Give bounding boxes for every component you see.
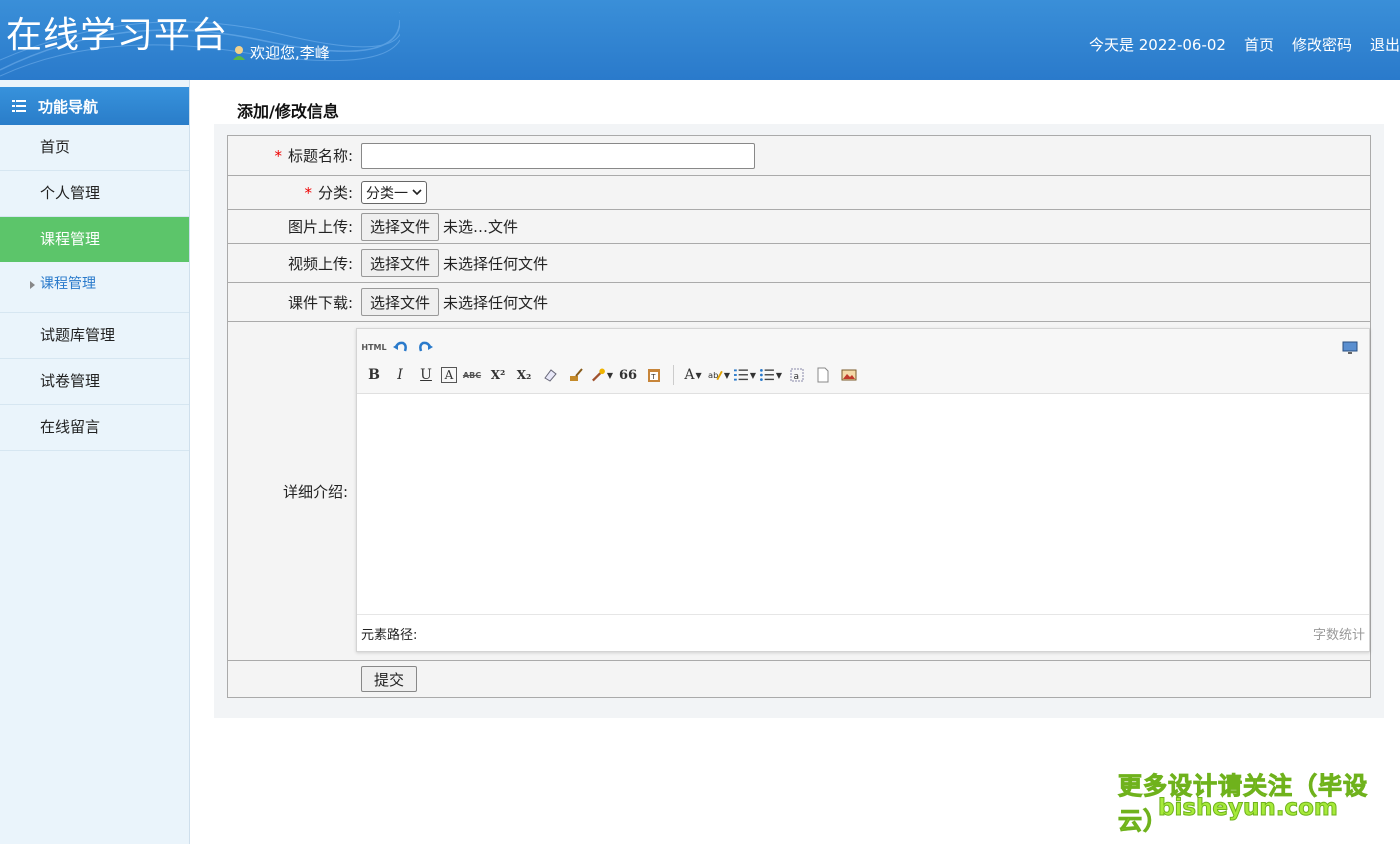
- paste-plain-icon[interactable]: T: [643, 364, 665, 386]
- logout-link[interactable]: 退出: [1370, 34, 1400, 55]
- video-file-status: 未选择任何文件: [443, 254, 549, 273]
- anchor-icon[interactable]: a: [786, 364, 808, 386]
- sidebar: 功能导航 首页 个人管理 课程管理 课程管理 试题库管理 试卷管理 在线留言: [0, 80, 190, 844]
- courseware-file-status: 未选择任何文件: [443, 293, 549, 312]
- home-link[interactable]: 首页: [1244, 34, 1274, 55]
- format-brush-icon[interactable]: [565, 364, 587, 386]
- image-upload-label: 图片上传:: [287, 218, 353, 236]
- insert-image-icon[interactable]: [838, 364, 860, 386]
- courseware-label: 课件下载:: [287, 293, 353, 312]
- sidebar-subitem-label: 课程管理: [40, 276, 96, 292]
- sidebar-item-home[interactable]: 首页: [0, 125, 189, 171]
- courseware-choose-file-button[interactable]: 选择文件: [361, 288, 440, 316]
- highlight-color-icon[interactable]: ab ▼: [708, 364, 730, 386]
- underline-icon[interactable]: U: [415, 364, 437, 386]
- title-label: * 标题名称:: [274, 146, 353, 166]
- ordered-list-icon[interactable]: ▼: [734, 364, 756, 386]
- category-select[interactable]: 分类一: [361, 181, 427, 204]
- change-password-link[interactable]: 修改密码: [1292, 34, 1352, 55]
- svg-text:a: a: [794, 372, 800, 382]
- font-border-icon[interactable]: A: [441, 367, 457, 383]
- editor-content-area[interactable]: [357, 394, 1369, 614]
- eraser-icon[interactable]: [539, 364, 561, 386]
- sidebar-item-course[interactable]: 课程管理: [0, 217, 189, 262]
- list-icon: [12, 100, 26, 112]
- date-text: 今天是 2022-06-02: [1089, 36, 1226, 54]
- header-links: 今天是 2022-06-02 首页 修改密码 退出: [1089, 34, 1400, 55]
- sidebar-heading: 功能导航: [0, 87, 189, 125]
- image-choose-file-button[interactable]: 选择文件: [361, 212, 440, 241]
- title-input[interactable]: [361, 142, 755, 169]
- category-row: * 分类: 分类一: [228, 176, 1370, 210]
- element-path-label: 元素路径:: [361, 627, 418, 643]
- font-color-icon[interactable]: A ▼: [682, 364, 704, 386]
- category-label: * 分类:: [304, 183, 353, 203]
- strikethrough-icon[interactable]: ABC: [461, 364, 483, 386]
- subscript-icon[interactable]: X₂: [513, 364, 535, 386]
- sidebar-item-message[interactable]: 在线留言: [0, 405, 189, 451]
- svg-text:T: T: [650, 373, 656, 381]
- video-upload-label: 视频上传:: [287, 254, 353, 273]
- rich-text-editor: HTML B I U A ABC X² X₂ ▼ 66 T A ▼ ab ▼ ▼…: [356, 328, 1370, 652]
- required-mark: *: [304, 183, 312, 202]
- html-source-icon[interactable]: HTML: [361, 336, 386, 358]
- chevron-down-icon: [412, 189, 422, 196]
- page-title: 添加/修改信息: [237, 102, 339, 121]
- sidebar-heading-text: 功能导航: [38, 97, 99, 116]
- bold-icon[interactable]: B: [363, 364, 385, 386]
- fullscreen-icon[interactable]: [1339, 337, 1361, 359]
- auto-format-icon[interactable]: ▼: [591, 364, 613, 386]
- word-count-label[interactable]: 字数统计: [1313, 624, 1365, 643]
- title-row: * 标题名称:: [228, 136, 1370, 176]
- submit-row: 提交: [228, 661, 1370, 697]
- unordered-list-icon[interactable]: ▼: [760, 364, 782, 386]
- welcome-message: 欢迎您,李峰: [232, 42, 330, 63]
- watermark-line2: bisheyun.com: [1158, 795, 1339, 822]
- image-upload-row: 图片上传: 选择文件 未选…文件: [228, 210, 1370, 244]
- sidebar-item-personal[interactable]: 个人管理: [0, 171, 189, 217]
- top-header: 在线学习平台 欢迎您,李峰 今天是 2022-06-02 首页 修改密码 退出: [0, 0, 1400, 80]
- sidebar-item-question-bank[interactable]: 试题库管理: [0, 313, 189, 359]
- submit-button[interactable]: 提交: [361, 666, 418, 692]
- italic-icon[interactable]: I: [389, 364, 411, 386]
- detail-label: 详细介绍:: [282, 482, 348, 501]
- sidebar-subitem-course[interactable]: 课程管理: [0, 262, 189, 313]
- required-mark: *: [274, 146, 282, 165]
- video-choose-file-button[interactable]: 选择文件: [361, 249, 440, 277]
- superscript-icon[interactable]: X²: [487, 364, 509, 386]
- redo-icon[interactable]: [415, 336, 437, 358]
- blockquote-icon[interactable]: 66: [617, 364, 639, 386]
- editor-toolbar: HTML B I U A ABC X² X₂ ▼ 66 T A ▼ ab ▼ ▼…: [357, 329, 1369, 394]
- app-title: 在线学习平台: [6, 15, 229, 56]
- toolbar-divider: [673, 365, 674, 385]
- page-break-icon[interactable]: [812, 364, 834, 386]
- edit-form: * 标题名称: * 分类: 分类一 图片上传: 选择文件 未选…文件 视频上传:…: [227, 135, 1371, 698]
- detail-row: 详细介绍: HTML B I U A ABC X² X₂ ▼ 66 T A ▼ …: [228, 322, 1370, 661]
- editor-status-bar: 元素路径: 字数统计: [357, 614, 1369, 651]
- image-file-status: 未选…文件: [443, 218, 519, 236]
- courseware-row: 课件下载: 选择文件 未选择任何文件: [228, 283, 1370, 322]
- welcome-text: 欢迎您,李峰: [250, 44, 330, 62]
- triangle-right-icon: [30, 281, 35, 289]
- sidebar-item-exam-paper[interactable]: 试卷管理: [0, 359, 189, 405]
- svg-text:ab: ab: [708, 370, 718, 380]
- undo-icon[interactable]: [389, 336, 411, 358]
- video-upload-row: 视频上传: 选择文件 未选择任何文件: [228, 244, 1370, 283]
- user-icon: [233, 45, 245, 60]
